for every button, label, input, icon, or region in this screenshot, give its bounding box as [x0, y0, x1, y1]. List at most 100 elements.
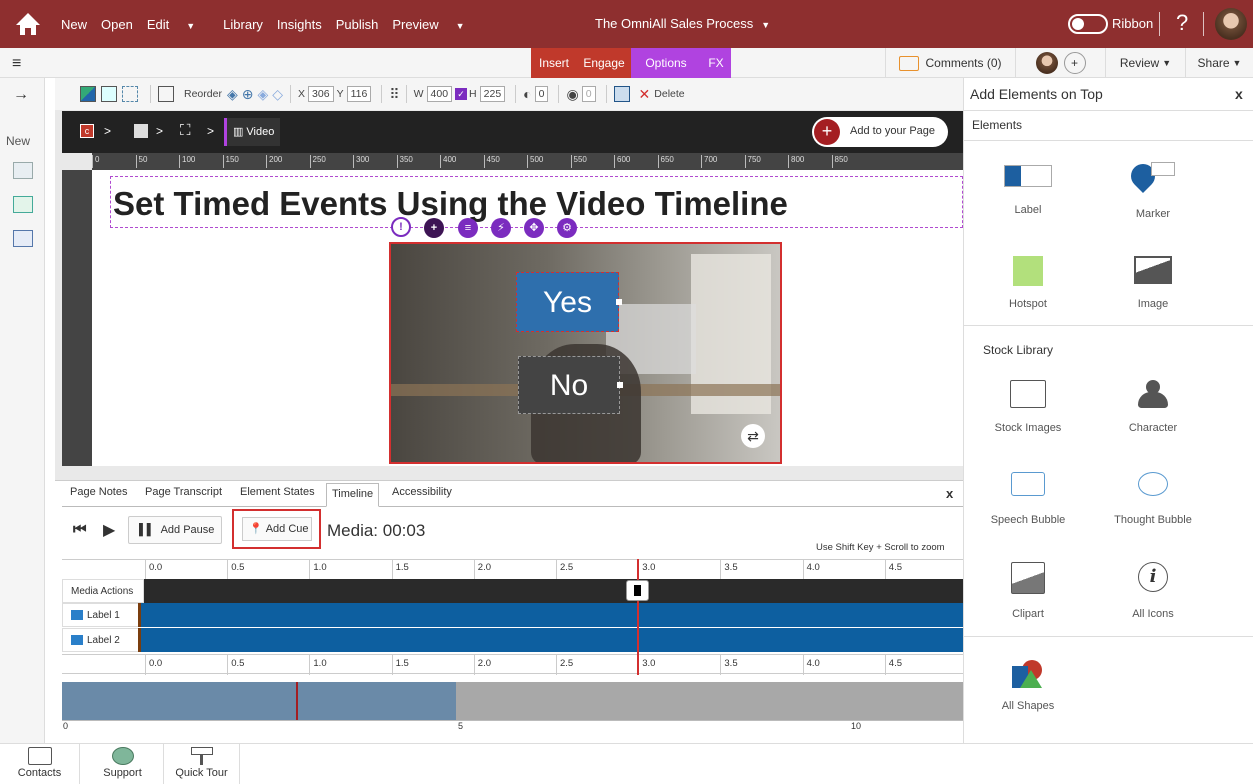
- settings-sliders-icon[interactable]: ≡: [458, 218, 478, 238]
- add-to-page-button[interactable]: + Add to your Page: [812, 117, 948, 147]
- gear-icon[interactable]: ⚙: [557, 218, 577, 238]
- yes-button[interactable]: Yes: [516, 272, 619, 332]
- tab-options[interactable]: Options: [631, 48, 701, 78]
- tab-accessibility[interactable]: Accessibility: [392, 486, 452, 506]
- help-button[interactable]: ?: [1176, 10, 1188, 36]
- skip-start-icon[interactable]: ⏮: [73, 521, 87, 538]
- share-menu[interactable]: Share ▼: [1185, 48, 1253, 78]
- replay-icon[interactable]: ⇄: [741, 424, 765, 448]
- menu-library[interactable]: Library: [223, 17, 263, 32]
- align-icon[interactable]: ⊕: [242, 86, 254, 103]
- menu-insights[interactable]: Insights: [277, 17, 322, 32]
- ruler-tick: 600: [614, 155, 630, 168]
- edit-icon[interactable]: [158, 86, 174, 102]
- quiz-page-icon[interactable]: [13, 196, 33, 213]
- stock-thought-bubble[interactable]: Thought Bubble: [1088, 472, 1218, 526]
- lightning-icon[interactable]: ⚡: [491, 218, 511, 238]
- tab-page-notes[interactable]: Page Notes: [70, 486, 127, 506]
- rail-new-label[interactable]: New: [6, 134, 30, 148]
- stock-clipart[interactable]: Clipart: [963, 562, 1093, 620]
- row-label-media-actions: Media Actions: [62, 579, 144, 603]
- stock-images[interactable]: Stock Images: [963, 380, 1093, 434]
- opacity-icon: ◐: [523, 86, 532, 102]
- add-cue-label: Add Cue: [265, 523, 309, 535]
- element-hotspot[interactable]: Hotspot: [963, 256, 1093, 310]
- rotate-stepper[interactable]: 0: [581, 86, 596, 102]
- menu-new[interactable]: New: [61, 17, 87, 32]
- height-input[interactable]: 225: [479, 86, 506, 102]
- add-icon[interactable]: +: [424, 218, 444, 238]
- project-title[interactable]: The OmniAll Sales Process ▼: [595, 16, 770, 31]
- y-input[interactable]: 116: [346, 86, 372, 102]
- hamburger-icon[interactable]: ≡: [12, 55, 21, 73]
- stock-all-shapes[interactable]: All Shapes: [963, 660, 1093, 712]
- breadcrumb-current[interactable]: ▥ Video: [224, 118, 281, 146]
- layer-up-icon[interactable]: ◈: [227, 86, 238, 103]
- ribbon-toggle[interactable]: [1068, 14, 1108, 34]
- alert-icon[interactable]: !: [391, 217, 411, 237]
- element-label[interactable]: Label: [963, 165, 1093, 216]
- video-element[interactable]: Yes No ⇄: [389, 242, 782, 464]
- share-label: Share: [1197, 56, 1230, 70]
- add-cue-button[interactable]: 📍 Add Cue: [232, 509, 321, 549]
- element-image[interactable]: Image: [1088, 256, 1218, 310]
- image-fill-icon[interactable]: [101, 86, 117, 102]
- tab-insert[interactable]: Insert: [531, 48, 577, 78]
- tab-element-states[interactable]: Element States: [240, 486, 315, 506]
- menu-edit[interactable]: Edit ▼: [147, 17, 209, 32]
- separator: [558, 85, 560, 103]
- overview-visible-window[interactable]: [62, 682, 456, 720]
- add-collaborator-button[interactable]: +: [1063, 52, 1086, 74]
- resize-handle[interactable]: [616, 299, 622, 305]
- grid-icon[interactable]: ⠿: [389, 86, 399, 103]
- tab-engage[interactable]: Engage: [577, 48, 631, 78]
- x-input[interactable]: 306: [308, 86, 334, 102]
- ruler-tick: 850: [831, 155, 848, 168]
- move-icon[interactable]: ✥: [524, 218, 544, 238]
- border-icon[interactable]: [122, 86, 138, 102]
- width-input[interactable]: 400: [426, 86, 453, 102]
- tab-fx[interactable]: FX: [701, 48, 731, 78]
- collaborators[interactable]: +: [1015, 48, 1105, 78]
- delete-icon[interactable]: ✕: [639, 86, 651, 103]
- fill-icon[interactable]: [80, 86, 96, 102]
- page-template-icon[interactable]: [13, 162, 33, 179]
- media-actions-track[interactable]: [144, 579, 963, 603]
- lock-ratio-checkbox[interactable]: ✓: [455, 88, 468, 100]
- arrow-right-icon[interactable]: →: [13, 86, 29, 104]
- resize-handle[interactable]: [617, 382, 623, 388]
- menu-publish[interactable]: Publish: [336, 17, 379, 32]
- review-menu[interactable]: Review ▼: [1105, 48, 1185, 78]
- label1-track[interactable]: [138, 603, 963, 627]
- page-icon[interactable]: [134, 124, 148, 138]
- contacts-button[interactable]: Contacts: [0, 743, 80, 784]
- menu-preview[interactable]: Preview ▼: [392, 17, 478, 32]
- support-button[interactable]: Support: [82, 743, 164, 784]
- delete-label[interactable]: Delete: [654, 88, 684, 100]
- close-panel-button[interactable]: x: [946, 486, 953, 506]
- home-icon[interactable]: [14, 11, 42, 37]
- tab-page-transcript[interactable]: Page Transcript: [145, 486, 222, 506]
- layer-back-icon[interactable]: ◇: [272, 86, 283, 103]
- close-right-panel-button[interactable]: x: [1235, 86, 1243, 102]
- stock-all-icons[interactable]: i All Icons: [1088, 562, 1218, 620]
- save-icon[interactable]: [613, 86, 630, 102]
- no-button[interactable]: No: [518, 356, 620, 414]
- label2-track[interactable]: [138, 628, 963, 652]
- comments-button[interactable]: Comments (0): [885, 48, 1015, 78]
- add-pause-button[interactable]: ▌▌ Add Pause: [128, 516, 222, 544]
- group-icon[interactable]: ⛶: [180, 122, 191, 139]
- playhead-handle[interactable]: [626, 580, 649, 601]
- layer-down-icon[interactable]: ◈: [257, 86, 268, 103]
- user-avatar[interactable]: [1215, 8, 1247, 40]
- browser-page-icon[interactable]: [13, 230, 33, 247]
- quick-tour-button[interactable]: Quick Tour: [164, 743, 240, 784]
- play-icon[interactable]: ▶: [103, 520, 115, 540]
- course-icon[interactable]: c: [80, 124, 94, 138]
- stock-speech-bubble[interactable]: Speech Bubble: [963, 472, 1093, 526]
- menu-open[interactable]: Open: [101, 17, 133, 32]
- stock-character[interactable]: Character: [1088, 380, 1218, 434]
- opacity-stepper[interactable]: 0: [534, 86, 549, 102]
- element-marker[interactable]: Marker: [1088, 159, 1218, 220]
- tab-timeline[interactable]: Timeline: [326, 483, 380, 507]
